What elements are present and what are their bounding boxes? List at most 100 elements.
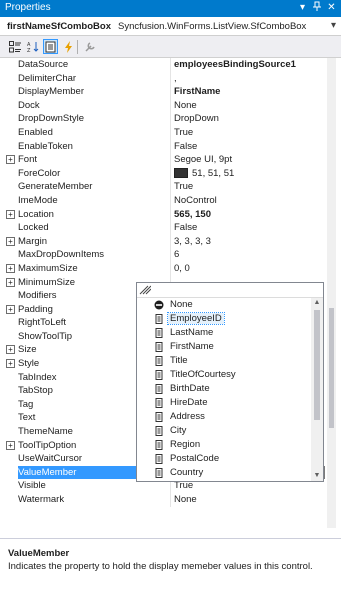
property-name[interactable]: Locked bbox=[18, 221, 170, 235]
property-name[interactable]: GenerateMember bbox=[18, 180, 170, 194]
property-name[interactable]: EnableToken bbox=[18, 140, 170, 154]
property-value[interactable]: True bbox=[170, 180, 325, 194]
property-row[interactable]: MaxDropDownItems 6 bbox=[5, 248, 325, 262]
property-name[interactable]: ForeColor bbox=[18, 167, 170, 181]
dropdown-item[interactable]: Address bbox=[137, 410, 311, 424]
property-value[interactable]: DropDown bbox=[170, 112, 325, 126]
expand-icon[interactable]: + bbox=[6, 236, 15, 246]
property-name[interactable]: DisplayMember bbox=[18, 85, 170, 99]
property-value[interactable]: False bbox=[170, 139, 325, 154]
property-row[interactable]: ForeColor 51, 51, 51 bbox=[5, 166, 325, 181]
scroll-down-icon[interactable]: ▼ bbox=[311, 471, 323, 481]
property-value[interactable]: , bbox=[170, 71, 325, 86]
property-name[interactable]: DelimiterChar bbox=[18, 72, 170, 86]
dropdown-item[interactable]: Country bbox=[137, 466, 311, 480]
property-row[interactable]: + Font Segoe UI, 9pt bbox=[5, 153, 325, 167]
property-row[interactable]: DelimiterChar, bbox=[5, 71, 325, 86]
property-value[interactable]: 565, 150 bbox=[170, 207, 325, 222]
property-row[interactable]: Enabled True bbox=[5, 125, 325, 140]
dropdown-list[interactable]: None EmployeeID LastName FirstName Title Titl… bbox=[137, 298, 311, 481]
chevron-down-icon[interactable]: ▾ bbox=[331, 20, 336, 31]
property-row[interactable]: DataSource employeesBindingSource1 bbox=[5, 58, 325, 72]
dropdown-item[interactable]: Region bbox=[137, 438, 311, 452]
property-name[interactable]: DropDownStyle bbox=[18, 112, 170, 126]
alphabetical-icon[interactable]: AZ bbox=[25, 39, 40, 54]
dropdown-item[interactable]: None bbox=[137, 298, 311, 312]
property-row[interactable]: DisplayMember FirstName bbox=[5, 85, 325, 99]
grid-scrollbar[interactable] bbox=[327, 58, 336, 528]
property-value[interactable]: Segoe UI, 9pt bbox=[170, 153, 325, 167]
dropdown-item[interactable]: BirthDate bbox=[137, 382, 311, 396]
svg-text:Z: Z bbox=[27, 48, 31, 53]
grid-scrollbar-thumb[interactable] bbox=[329, 308, 334, 428]
object-type: Syncfusion.WinForms.ListView.SfComboBox bbox=[118, 21, 307, 32]
property-value[interactable]: NoControl bbox=[170, 193, 325, 208]
property-value[interactable]: None bbox=[170, 493, 325, 507]
property-value[interactable]: True bbox=[170, 125, 325, 140]
property-row[interactable]: + MaximumSize 0, 0 bbox=[5, 261, 325, 276]
property-row[interactable]: GenerateMember True bbox=[5, 180, 325, 194]
dropdown-item[interactable]: FirstName bbox=[137, 340, 311, 354]
property-row[interactable]: ImeMode NoControl bbox=[5, 193, 325, 208]
dropdown-item[interactable]: HireDate bbox=[137, 396, 311, 410]
object-selector[interactable]: firstNameSfComboBox Syncfusion.WinForms.… bbox=[0, 17, 341, 36]
dropdown-item[interactable]: TitleOfCourtesy bbox=[137, 368, 311, 382]
property-row[interactable]: + Location 565, 150 bbox=[5, 207, 325, 222]
property-value[interactable]: None bbox=[170, 98, 325, 113]
property-pages-icon[interactable] bbox=[82, 39, 97, 54]
properties-icon[interactable] bbox=[43, 39, 58, 54]
property-name[interactable]: MaxDropDownItems bbox=[18, 248, 170, 262]
property-value[interactable]: 0, 0 bbox=[170, 261, 325, 276]
dropdown-item[interactable]: PostalCode bbox=[137, 452, 311, 466]
close-icon[interactable]: ✕ bbox=[325, 1, 338, 15]
expand-icon[interactable]: + bbox=[6, 209, 15, 219]
pin-icon[interactable] bbox=[310, 1, 323, 15]
property-value[interactable]: False bbox=[170, 221, 325, 235]
property-row[interactable]: Dock None bbox=[5, 98, 325, 113]
description-pane: ValueMember Indicates the property to ho… bbox=[0, 538, 341, 590]
expand-icon[interactable]: + bbox=[6, 155, 15, 165]
field-icon bbox=[155, 440, 163, 450]
dropdown-item[interactable]: LastName bbox=[137, 326, 311, 340]
property-name[interactable]: Dock bbox=[18, 99, 170, 113]
property-row[interactable]: Locked False bbox=[5, 221, 325, 235]
field-icon bbox=[155, 370, 163, 380]
property-row[interactable]: EnableToken False bbox=[5, 139, 325, 154]
dropdown-item[interactable]: EmployeeID bbox=[137, 312, 311, 326]
dropdown-resize-grip[interactable] bbox=[137, 283, 323, 298]
property-name[interactable]: Margin bbox=[18, 235, 170, 249]
dropdown-scrollbar[interactable]: ▲ ▼ bbox=[311, 298, 323, 481]
dropdown-item[interactable]: Title bbox=[137, 354, 311, 368]
events-icon[interactable] bbox=[61, 39, 76, 54]
property-value[interactable]: FirstName bbox=[170, 85, 325, 99]
expand-icon[interactable]: + bbox=[6, 345, 15, 355]
window-menu-icon[interactable]: ▾ bbox=[296, 1, 309, 15]
expand-icon[interactable]: + bbox=[6, 277, 15, 287]
categorized-icon[interactable] bbox=[7, 39, 22, 54]
property-value[interactable]: employeesBindingSource1 bbox=[170, 58, 325, 72]
property-row[interactable]: + Margin 3, 3, 3, 3 bbox=[5, 234, 325, 249]
property-value-text: 3, 3, 3, 3 bbox=[174, 235, 211, 247]
property-name[interactable]: Location bbox=[18, 208, 170, 222]
property-value[interactable]: 3, 3, 3, 3 bbox=[170, 234, 325, 249]
property-name[interactable]: ImeMode bbox=[18, 194, 170, 208]
dropdown-scrollbar-thumb[interactable] bbox=[314, 310, 320, 420]
expand-icon[interactable]: + bbox=[6, 440, 15, 450]
property-value[interactable]: 6 bbox=[170, 248, 325, 262]
property-value-text: True bbox=[174, 181, 194, 193]
expand-icon[interactable]: + bbox=[6, 304, 15, 314]
property-name[interactable]: Font bbox=[18, 153, 170, 167]
property-name[interactable]: DataSource bbox=[18, 58, 170, 72]
property-row[interactable]: DropDownStyle DropDown bbox=[5, 112, 325, 126]
property-name[interactable]: MaximumSize bbox=[18, 262, 170, 276]
property-row[interactable]: Watermark None bbox=[5, 493, 325, 507]
property-value[interactable]: 51, 51, 51 bbox=[170, 166, 325, 181]
scroll-up-icon[interactable]: ▲ bbox=[311, 298, 323, 308]
value-member-dropdown[interactable]: None EmployeeID LastName FirstName Title Titl… bbox=[136, 282, 324, 482]
dropdown-item[interactable]: City bbox=[137, 424, 311, 438]
property-name[interactable]: Enabled bbox=[18, 126, 170, 140]
expand-icon[interactable]: + bbox=[6, 359, 15, 369]
dropdown-item[interactable]: HomePhone bbox=[137, 480, 311, 481]
property-name[interactable]: Watermark bbox=[18, 493, 170, 507]
expand-icon[interactable]: + bbox=[6, 263, 15, 273]
